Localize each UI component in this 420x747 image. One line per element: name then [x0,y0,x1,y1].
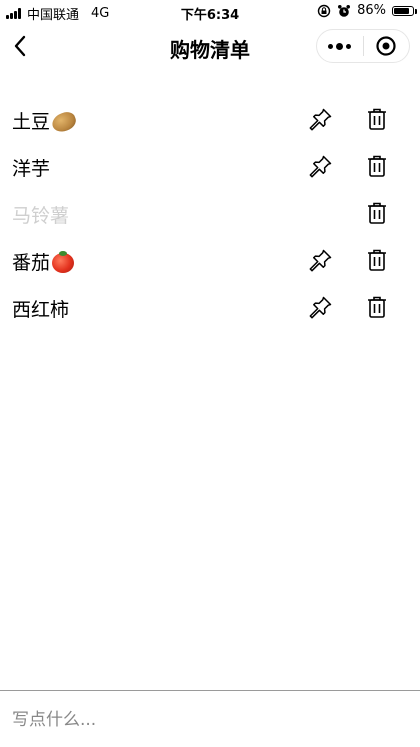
item-label[interactable]: 马铃薯 [12,204,69,228]
potato-icon [49,109,79,135]
orientation-lock-icon [317,4,331,17]
trash-icon [368,108,386,130]
shopping-list: 土豆洋芋马铃薯番茄西红柿 [0,96,420,331]
item-label[interactable]: 番茄 [12,251,75,275]
battery-level [394,7,410,14]
delete-button[interactable] [364,294,390,320]
list-item: 土豆 [0,96,420,143]
input-bar [0,690,420,747]
alarm-icon [338,4,351,17]
list-item: 西红柿 [0,284,420,331]
status-bar: 中国联通 4G 下午6:34 86% [0,0,420,24]
delete-button[interactable] [364,200,390,226]
list-item: 番茄 [0,237,420,284]
pin-icon [309,296,332,319]
mini-program-capsule [316,29,410,63]
list-item: 洋芋 [0,143,420,190]
item-text: 马铃薯 [12,205,70,227]
list-item: 马铃薯 [0,190,420,237]
pin-button[interactable] [308,106,334,132]
screen: 中国联通 4G 下午6:34 86% 购物清单 土豆 洋芋 马铃薯 番茄 西红柿… [0,0,420,747]
pin-button[interactable] [308,294,334,320]
item-text: 土豆 [12,111,51,133]
status-right: 86% [317,3,417,18]
pin-icon [309,249,332,272]
trash-icon [368,202,386,224]
item-label[interactable]: 西红柿 [12,298,69,322]
pin-button[interactable] [308,247,334,273]
more-button[interactable] [317,30,363,62]
tomato-icon [52,251,75,273]
more-dots-icon [328,42,352,50]
delete-button[interactable] [364,106,390,132]
item-label[interactable]: 土豆 [12,109,79,135]
battery-icon [392,5,417,16]
item-text: 番茄 [12,252,51,274]
trash-icon [368,296,386,318]
delete-button[interactable] [364,153,390,179]
pin-button[interactable] [308,153,334,179]
battery-percent: 86% [357,3,386,18]
close-miniprogram-button[interactable] [363,30,409,62]
item-label[interactable]: 洋芋 [12,157,50,181]
trash-icon [368,249,386,271]
item-text: 西红柿 [12,299,70,321]
delete-button[interactable] [364,247,390,273]
pin-icon [309,108,332,131]
nav-bar: 购物清单 [0,24,420,68]
new-item-input[interactable] [12,707,408,733]
pin-icon [309,155,332,178]
trash-icon [368,155,386,177]
item-text: 洋芋 [12,158,51,180]
target-circle-icon [376,36,396,56]
